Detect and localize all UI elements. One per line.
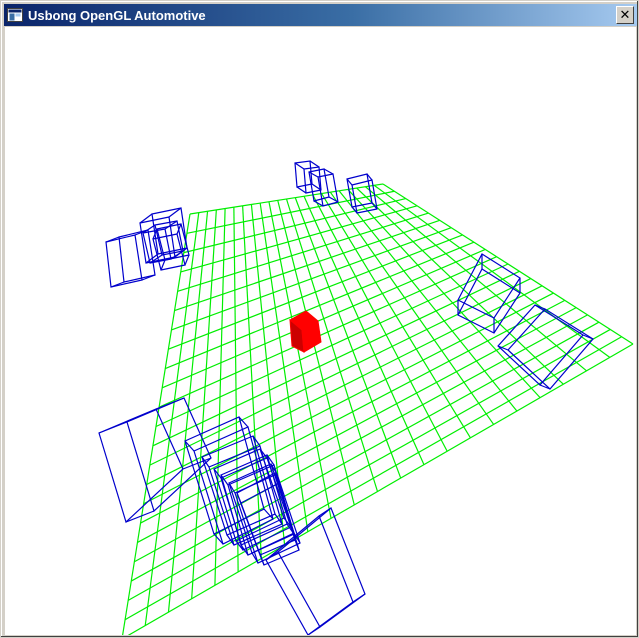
application-window: Usbong OpenGL Automotive ✕ (0, 0, 639, 638)
box-edge (184, 254, 190, 266)
player-car (289, 310, 322, 353)
grid-line (347, 189, 541, 399)
box-edge (265, 551, 279, 561)
close-icon: ✕ (619, 7, 631, 23)
window-title: Usbong OpenGL Automotive (28, 7, 206, 23)
opengl-viewport[interactable] (5, 27, 636, 635)
grid-line (146, 285, 543, 485)
box-edge (307, 626, 321, 635)
obstacle-box (308, 168, 339, 207)
box-edge (98, 421, 128, 434)
box-edge (309, 160, 320, 168)
box-edge (160, 259, 166, 271)
box-face (265, 515, 354, 635)
title-bar[interactable]: Usbong OpenGL Automotive ✕ (4, 4, 637, 26)
grid-line (303, 196, 425, 465)
box-face (98, 408, 184, 524)
grid-line (152, 270, 520, 447)
grid-line (149, 278, 531, 466)
grid-line (143, 292, 554, 505)
scene-canvas (98, 160, 634, 635)
obstacle-box (105, 229, 156, 288)
box-face (497, 304, 584, 386)
close-button[interactable]: ✕ (616, 6, 634, 24)
box-edge (294, 162, 305, 170)
app-window-icon (7, 7, 23, 23)
box-edge (125, 510, 155, 523)
ground-grid (122, 183, 634, 635)
box-edge (308, 171, 319, 178)
box-edge (296, 186, 307, 194)
box-edge (352, 593, 366, 603)
